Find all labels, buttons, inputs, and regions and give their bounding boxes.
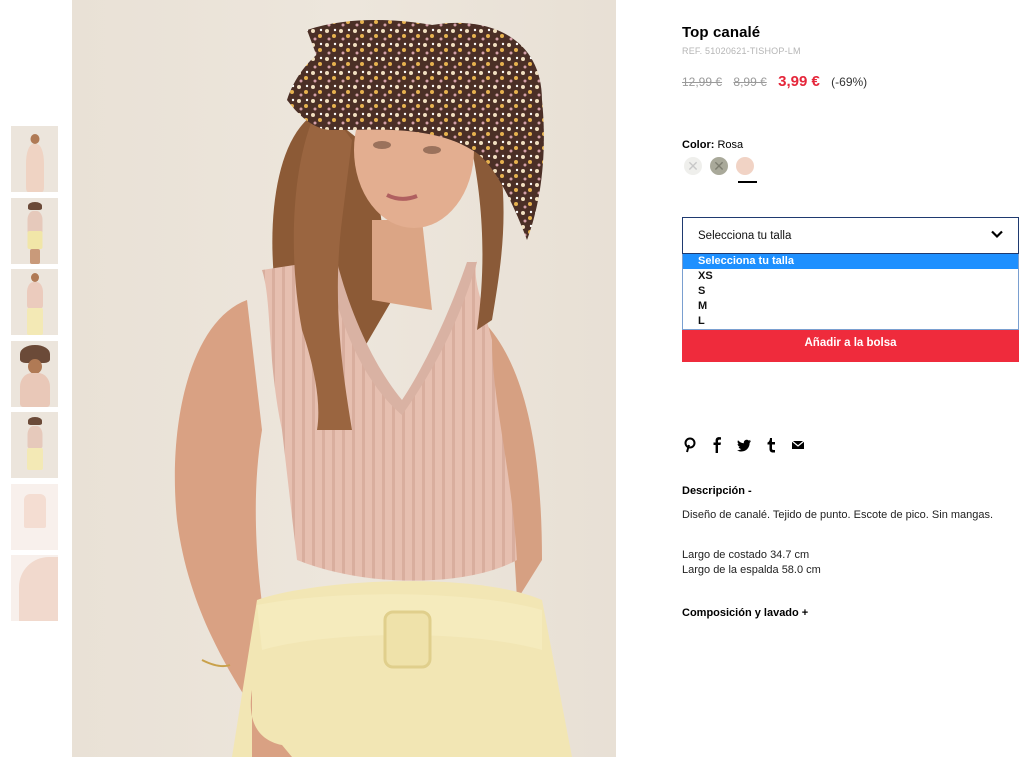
size-option-l[interactable]: L <box>683 314 1018 329</box>
unavailable-cross-icon: ✕ <box>713 158 725 174</box>
unavailable-cross-icon: ✕ <box>687 158 699 174</box>
size-option-s[interactable]: S <box>683 284 1018 299</box>
social-share <box>683 437 805 453</box>
email-icon[interactable] <box>791 437 805 453</box>
product-reference: REF. 51020621-TISHOP-LM <box>682 46 801 56</box>
size-select-value: Selecciona tu talla <box>698 230 792 242</box>
composition-toggle[interactable]: Composición y lavado + <box>682 607 808 619</box>
tumblr-icon[interactable] <box>764 437 778 453</box>
color-swatches: ✕ ✕ <box>684 157 754 175</box>
thumbnail-2[interactable] <box>11 197 58 264</box>
thumbnail-4[interactable] <box>11 340 58 407</box>
add-to-bag-button[interactable]: Añadir a la bolsa <box>682 330 1019 362</box>
size-option-xs[interactable]: XS <box>683 269 1018 284</box>
size-option-m[interactable]: M <box>683 299 1018 314</box>
thumbnail-3[interactable] <box>11 269 58 335</box>
selected-swatch-indicator <box>738 181 757 183</box>
description-text: Diseño de canalé. Tejido de punto. Escot… <box>682 509 994 521</box>
thumbnail-5[interactable] <box>11 412 58 478</box>
main-product-image <box>72 0 616 757</box>
size-select[interactable]: Selecciona tu talla <box>682 217 1019 254</box>
color-swatch-olive[interactable]: ✕ <box>710 157 728 175</box>
thumbnail-6[interactable] <box>11 483 58 550</box>
description-toggle[interactable]: Descripción - <box>682 485 752 497</box>
color-label: Color: Rosa <box>682 139 743 151</box>
size-options-list: Selecciona tu talla XS S M L <box>682 254 1019 330</box>
chevron-down-icon <box>991 230 1003 239</box>
facebook-icon[interactable] <box>710 437 724 453</box>
color-label-key: Color: <box>682 139 715 151</box>
size-option-placeholder[interactable]: Selecciona tu talla <box>683 254 1018 269</box>
twitter-icon[interactable] <box>737 437 751 453</box>
color-swatch-rosa[interactable] <box>736 157 754 175</box>
measurements: Largo de costado 34.7 cm Largo de la esp… <box>682 548 821 578</box>
pinterest-icon[interactable] <box>683 437 697 453</box>
color-value: Rosa <box>717 139 744 151</box>
product-title: Top canalé <box>682 24 761 41</box>
thumbnail-7[interactable] <box>11 555 58 621</box>
measurement-back-length: Largo de la espalda 58.0 cm <box>682 564 821 576</box>
measurement-side-length: Largo de costado 34.7 cm <box>682 549 810 561</box>
thumbnail-gallery <box>11 126 58 627</box>
thumbnail-1[interactable] <box>11 126 58 192</box>
color-swatch-white[interactable]: ✕ <box>684 157 702 175</box>
sale-price: 3,99 € <box>778 73 820 90</box>
discount-badge: (-69%) <box>831 75 868 89</box>
previous-price: 8,99 € <box>733 75 767 89</box>
price-block: 12,99 € 8,99 € 3,99 € (-69%) <box>682 73 867 90</box>
original-price: 12,99 € <box>682 75 723 89</box>
